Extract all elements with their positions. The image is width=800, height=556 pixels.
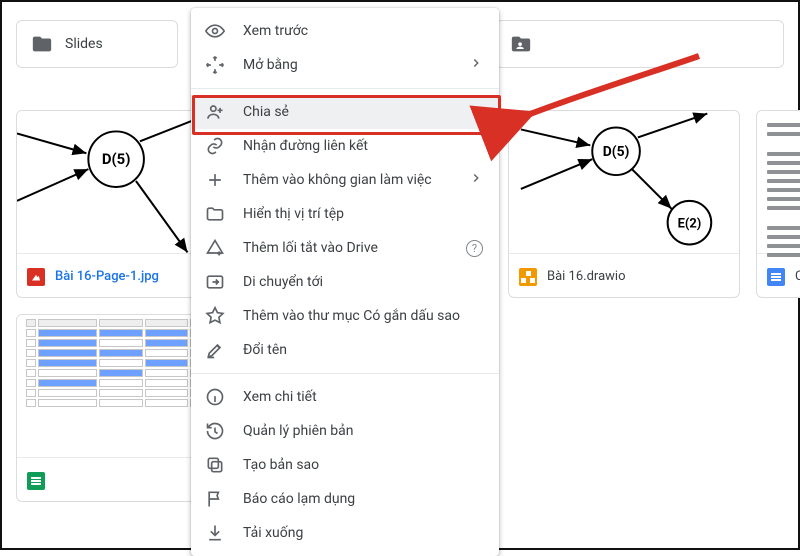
chevron-right-icon (469, 171, 483, 189)
menu-separator (191, 373, 499, 374)
star-icon (205, 306, 225, 326)
menu-item-add-star[interactable]: Thêm vào thư mục Có gắn dấu sao (191, 299, 499, 333)
drawio-file-icon (519, 268, 537, 286)
history-icon (205, 421, 225, 441)
open-with-icon (205, 55, 225, 75)
menu-item-report-abuse[interactable]: Báo cáo lạm dụng (191, 482, 499, 516)
rename-icon (205, 340, 225, 360)
svg-text:D(5): D(5) (102, 150, 131, 168)
file-name: Bài 16.drawio (547, 269, 626, 284)
person-add-icon (205, 102, 225, 122)
menu-item-open-with[interactable]: Mở bằng (191, 48, 499, 82)
menu-label: Xem chi tiết (243, 389, 317, 405)
menu-label: Báo cáo lạm dụng (243, 491, 355, 507)
menu-label: Chia sẻ (243, 104, 289, 120)
chevron-right-icon (469, 56, 483, 74)
menu-label: Đổi tên (243, 342, 287, 358)
download-icon (205, 523, 225, 543)
chip-label: Slides (65, 36, 103, 52)
doc-file-icon (767, 268, 785, 286)
menu-label: Thêm vào thư mục Có gắn dấu sao (243, 308, 460, 324)
svg-text:E(2): E(2) (678, 217, 702, 232)
help-icon[interactable]: ? (466, 240, 483, 257)
link-icon (205, 136, 225, 156)
shared-folder-icon (510, 33, 532, 55)
folder-chip-slides[interactable]: Slides (16, 20, 178, 68)
menu-label: Tạo bản sao (243, 457, 319, 473)
sheet-file-icon (27, 472, 45, 490)
menu-label: Thêm vào không gian làm việc (243, 172, 432, 188)
menu-item-rename[interactable]: Đổi tên (191, 333, 499, 367)
file-name: Chăm sóc khách hàng (795, 269, 800, 284)
folder-outline-icon (205, 204, 225, 224)
menu-item-share[interactable]: Chia sẻ (191, 95, 499, 129)
menu-label: Hiển thị vị trí tệp (243, 206, 344, 222)
folder-icon (31, 33, 53, 55)
menu-item-details[interactable]: Xem chi tiết (191, 380, 499, 414)
menu-item-get-link[interactable]: Nhận đường liên kết (191, 129, 499, 163)
context-menu: Xem trước Mở bằng Chia sẻ Nhận đường liê… (191, 8, 499, 556)
file-name: Bài 16-Page-1.jpg (55, 269, 159, 284)
eye-icon (205, 21, 225, 41)
menu-item-add-shortcut[interactable]: Thêm lối tắt vào Drive ? (191, 231, 499, 265)
menu-label: Mở bằng (243, 57, 298, 73)
menu-label: Di chuyển tới (243, 274, 323, 290)
file-meta: Chăm sóc khách hàng (757, 253, 800, 298)
menu-item-download[interactable]: Tải xuống (191, 516, 499, 550)
menu-item-move-to[interactable]: Di chuyển tới (191, 265, 499, 299)
copy-icon (205, 455, 225, 475)
move-to-icon (205, 272, 225, 292)
menu-separator (191, 88, 499, 89)
file-card-doc[interactable]: Chăm sóc khách hàng (756, 110, 800, 298)
menu-item-show-location[interactable]: Hiển thị vị trí tệp (191, 197, 499, 231)
file-meta: Bài 16.drawio (509, 253, 739, 298)
menu-item-add-workspace[interactable]: Thêm vào không gian làm việc (191, 163, 499, 197)
menu-item-versions[interactable]: Quản lý phiên bản (191, 414, 499, 448)
folder-chip-shared[interactable]: Được chia sẻ (495, 20, 784, 68)
drive-shortcut-icon (205, 238, 225, 258)
image-file-icon (27, 268, 45, 286)
menu-item-preview[interactable]: Xem trước (191, 14, 499, 48)
menu-label: Tải xuống (243, 525, 303, 541)
file-thumbnail (757, 111, 800, 253)
plus-icon (205, 170, 225, 190)
menu-label: Xem trước (243, 23, 308, 39)
file-thumbnail: D(5) E(2) (509, 111, 739, 253)
menu-label: Quản lý phiên bản (243, 423, 353, 439)
flag-icon (205, 489, 225, 509)
menu-label: Thêm lối tắt vào Drive (243, 240, 378, 256)
menu-item-make-copy[interactable]: Tạo bản sao (191, 448, 499, 482)
svg-text:D(5): D(5) (603, 144, 630, 160)
info-icon (205, 387, 225, 407)
menu-label: Nhận đường liên kết (243, 138, 368, 154)
file-card-drawio[interactable]: D(5) E(2) Bài 16.drawio (508, 110, 740, 298)
